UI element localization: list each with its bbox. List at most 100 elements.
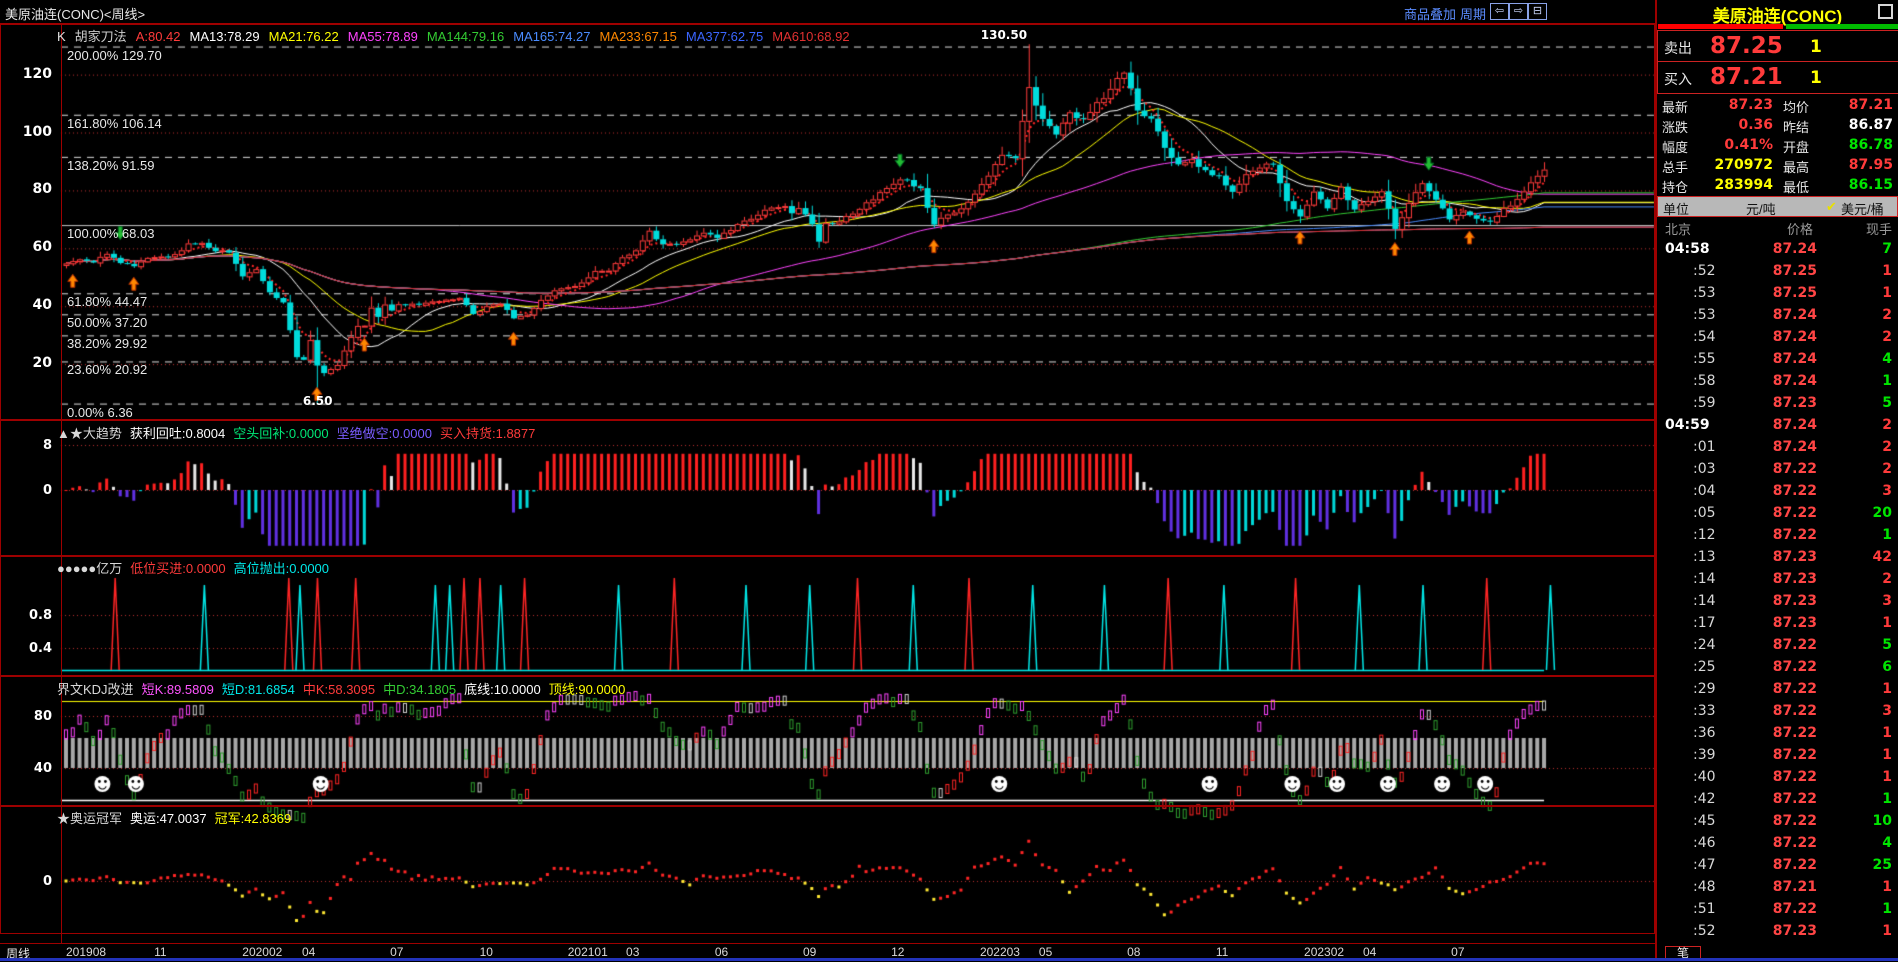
- trade-qty: 4: [1882, 835, 1892, 851]
- trade-price: 87.22: [1747, 747, 1817, 763]
- header-field: MA55:78.89: [348, 29, 418, 44]
- header-field: MA377:62.75: [686, 29, 763, 44]
- header-field: 冠军:42.8369: [215, 811, 292, 826]
- stat-row: 持仓283994最低86.15: [1657, 175, 1898, 195]
- time-sales-list[interactable]: 04:5887.247:5287.251:5387.251:5387.242:5…: [1657, 238, 1898, 942]
- trade-row: :4087.221: [1657, 766, 1898, 788]
- trade-time: :01: [1693, 439, 1716, 455]
- stat-value: 0.41%: [1697, 137, 1773, 153]
- unit-label: 单位: [1663, 199, 1689, 218]
- trade-qty: 1: [1882, 373, 1892, 389]
- trade-qty: 1: [1882, 791, 1892, 807]
- stat-value: 86.15: [1817, 177, 1893, 193]
- header-field: 奥运:47.0037: [130, 811, 207, 826]
- trade-qty: 7: [1882, 241, 1892, 257]
- ask-label: 卖出: [1664, 38, 1692, 58]
- trade-row: :0487.223: [1657, 480, 1898, 502]
- bid-label: 买入: [1664, 69, 1692, 89]
- trade-row: :4787.2225: [1657, 854, 1898, 876]
- trade-qty: 1: [1882, 923, 1892, 939]
- stat-label: 持仓: [1662, 177, 1688, 196]
- trade-time: :12: [1693, 527, 1716, 543]
- trade-time: :05: [1693, 505, 1716, 521]
- stat-value: 270972: [1697, 157, 1773, 173]
- trade-qty: 2: [1882, 571, 1892, 587]
- buy-sell-strength-bar: [1658, 24, 1898, 29]
- trade-time: :51: [1693, 901, 1716, 917]
- date-axis-label: 11: [1216, 945, 1228, 959]
- main-chart-panel: [0, 24, 1655, 420]
- trade-qty: 1: [1882, 901, 1892, 917]
- ask-row[interactable]: 卖出 87.25 1: [1658, 31, 1898, 61]
- trade-time: :54: [1693, 329, 1716, 345]
- stat-label: 最高: [1783, 157, 1809, 176]
- trade-time: :58: [1693, 373, 1716, 389]
- bid-row[interactable]: 买入 87.21 1: [1658, 62, 1898, 92]
- ask-qty: 1: [1810, 37, 1822, 57]
- trade-qty: 1: [1882, 879, 1892, 895]
- trade-qty: 1: [1882, 263, 1892, 279]
- trade-time: :52: [1693, 263, 1716, 279]
- date-axis-label: 04: [1363, 945, 1376, 959]
- header-field: 底线:10.0000: [464, 682, 541, 697]
- trade-price: 87.22: [1747, 901, 1817, 917]
- trade-time: :52: [1693, 923, 1716, 939]
- header-field: 低位买进:0.0000: [130, 561, 225, 576]
- trade-price: 87.22: [1747, 703, 1817, 719]
- trade-price: 87.22: [1747, 835, 1817, 851]
- restore-window-icon[interactable]: [1878, 4, 1893, 19]
- trade-row: :1487.233: [1657, 590, 1898, 612]
- trade-qty: 3: [1882, 593, 1892, 609]
- trade-time: :13: [1693, 549, 1716, 565]
- date-axis-label: 11: [154, 945, 166, 959]
- trade-time: :48: [1693, 879, 1716, 895]
- low-price-label: 6.50: [303, 394, 333, 408]
- trade-qty: 2: [1882, 439, 1892, 455]
- header-field: 短D:81.6854: [222, 682, 295, 697]
- trade-time: 04:59: [1665, 417, 1710, 433]
- header-field: 高位抛出:0.0000: [234, 561, 329, 576]
- trade-price: 87.22: [1747, 461, 1817, 477]
- unit-toggle-row[interactable]: 单位 元/吨 ✔ 美元/桶: [1657, 196, 1898, 217]
- panel-y-axis-tick: 0.4: [0, 641, 52, 656]
- trade-row: :3387.223: [1657, 700, 1898, 722]
- date-axis-label: 06: [715, 945, 728, 959]
- trade-qty: 5: [1882, 395, 1892, 411]
- trade-qty: 1: [1882, 615, 1892, 631]
- date-axis-label: 03: [626, 945, 639, 959]
- stat-label: 最新: [1662, 97, 1688, 116]
- fib-level-label: 50.00% 37.20: [67, 315, 147, 330]
- panel-title: ★奥运冠军: [57, 811, 122, 826]
- trade-qty: 2: [1882, 417, 1892, 433]
- trade-time: :03: [1693, 461, 1716, 477]
- trade-row: :0387.222: [1657, 458, 1898, 480]
- trade-price: 87.23: [1747, 615, 1817, 631]
- trade-row: :4287.221: [1657, 788, 1898, 810]
- main-indicator-header: K胡家刀法A:80.42MA13:78.29MA21:76.22MA55:78.…: [57, 26, 859, 45]
- trade-time: :42: [1693, 791, 1716, 807]
- trade-row: :4687.224: [1657, 832, 1898, 854]
- fib-level-label: 161.80% 106.14: [67, 116, 162, 131]
- stat-label: 最低: [1783, 177, 1809, 196]
- unit-usd-option[interactable]: 美元/桶: [1841, 199, 1884, 218]
- trade-qty: 2: [1882, 307, 1892, 323]
- header-field: 短K:89.5809: [142, 682, 214, 697]
- trade-price: 87.23: [1747, 571, 1817, 587]
- date-axis-label: 10: [480, 945, 493, 959]
- trade-qty: 6: [1882, 659, 1892, 675]
- trade-time: :39: [1693, 747, 1716, 763]
- panel3-header: 界文KDJ改进短K:89.5809短D:81.6854中K:58.3095中D:…: [57, 679, 633, 698]
- trade-row: :1287.221: [1657, 524, 1898, 546]
- trade-row: :5387.242: [1657, 304, 1898, 326]
- trade-price: 87.22: [1747, 813, 1817, 829]
- fib-level-label: 138.20% 91.59: [67, 158, 154, 173]
- trade-qty: 1: [1882, 285, 1892, 301]
- trade-price: 87.24: [1747, 307, 1817, 323]
- unit-cny-option[interactable]: 元/吨: [1746, 199, 1776, 218]
- header-field: 中K:58.3095: [303, 682, 375, 697]
- trade-qty: 1: [1882, 527, 1892, 543]
- trade-time: :40: [1693, 769, 1716, 785]
- trade-price: 87.24: [1747, 417, 1817, 433]
- chart-region: K胡家刀法A:80.42MA13:78.29MA21:76.22MA55:78.…: [0, 0, 1657, 961]
- trade-time: :25: [1693, 659, 1716, 675]
